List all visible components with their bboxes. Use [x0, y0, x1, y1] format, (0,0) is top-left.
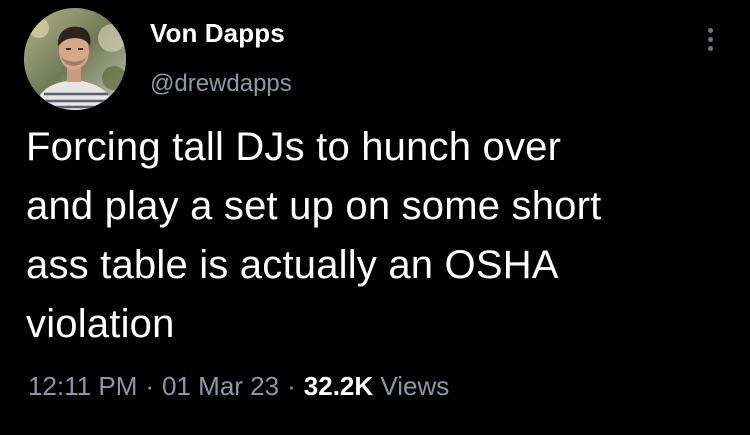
tweet-date[interactable]: 01 Mar 23	[162, 371, 279, 401]
user-handle[interactable]: @drewdapps	[150, 70, 292, 98]
tweet-text-line: ass table is actually an OSHA	[26, 243, 559, 287]
tweet-card: Von Dapps @drewdapps Forcing tall DJs to…	[0, 0, 750, 435]
tweet-text-line: and play a set up on some short	[26, 184, 602, 228]
avatar-photo	[24, 8, 126, 110]
more-options-button[interactable]	[700, 22, 722, 56]
avatar[interactable]	[24, 8, 126, 110]
tweet-text: Forcing tall DJs to hunch over and play …	[26, 118, 731, 354]
views-count[interactable]: 32.2K	[304, 371, 373, 401]
tweet-time[interactable]: 12:11 PM	[28, 371, 137, 401]
views-label: Views	[380, 371, 450, 401]
tweet-text-line: Forcing tall DJs to hunch over	[26, 125, 562, 169]
user-display-name[interactable]: Von Dapps	[150, 18, 285, 49]
separator: ·	[287, 371, 296, 401]
separator: ·	[145, 371, 155, 401]
tweet-text-line: violation	[26, 302, 175, 346]
tweet-metadata: 12:11 PM · 01 Mar 23 · 32.2K Views	[28, 371, 449, 402]
